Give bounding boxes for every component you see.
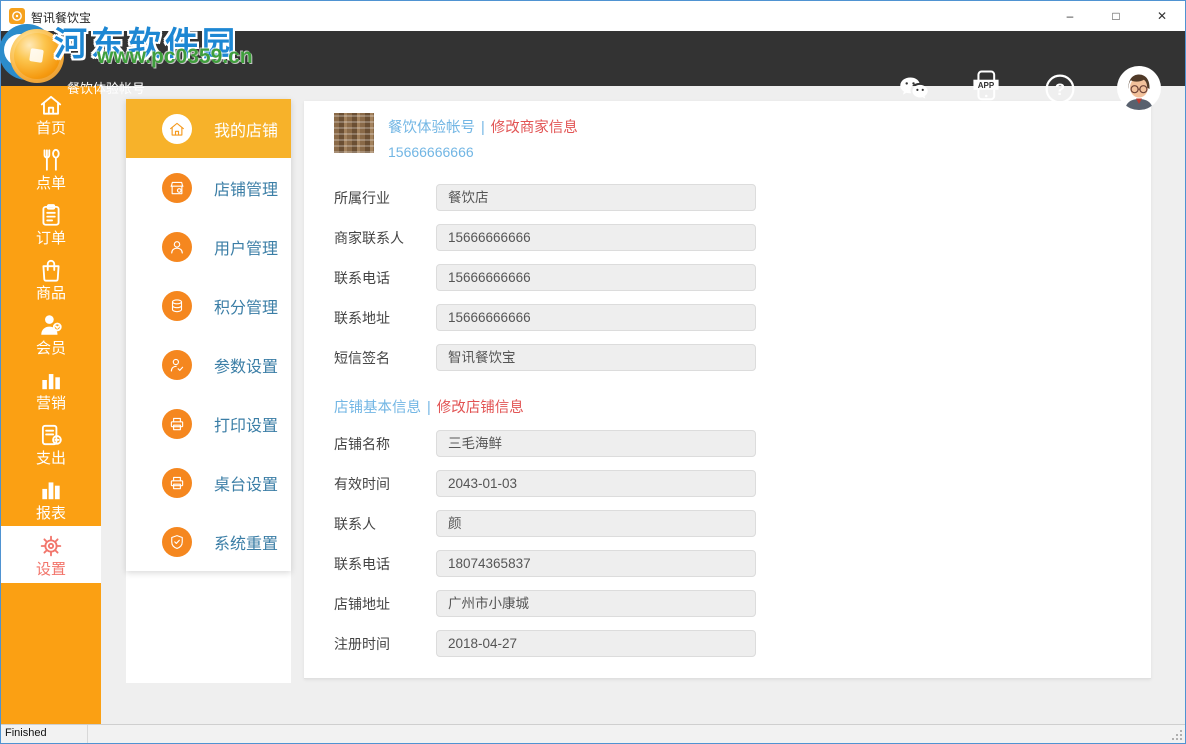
report-icon xyxy=(38,477,64,503)
wechat-icon[interactable] xyxy=(897,72,931,106)
field-row: 联系电话 18074365837 xyxy=(334,550,1151,577)
valid-until-field: 2043-01-03 xyxy=(436,470,756,497)
close-button[interactable]: ✕ xyxy=(1139,1,1185,31)
printer-icon xyxy=(162,409,192,439)
shop-info-panel: 餐饮体验帐号|修改商家信息 15666666666 所属行业 餐饮店 商家联系人… xyxy=(304,101,1151,679)
field-row: 注册时间 2018-04-27 xyxy=(334,630,1151,657)
expense-icon xyxy=(38,422,64,448)
store-icon xyxy=(162,173,192,203)
merchant-account-name: 餐饮体验帐号 xyxy=(388,120,475,136)
status-text: Finished xyxy=(5,727,47,739)
user-icon xyxy=(162,232,192,262)
home-icon xyxy=(162,114,192,144)
shield-check-icon xyxy=(162,527,192,557)
field-row: 店铺地址 广州市小康城 xyxy=(334,590,1151,617)
sms-signature-field: 智讯餐饮宝 xyxy=(436,344,756,371)
merchant-phone: 15666666666 xyxy=(388,144,578,160)
field-row: 有效时间 2043-01-03 xyxy=(334,470,1151,497)
field-row: 短信签名 智讯餐饮宝 xyxy=(334,344,1151,371)
register-date-field: 2018-04-27 xyxy=(436,630,756,657)
field-row: 联系电话 15666666666 xyxy=(334,264,1151,291)
merchant-contact-field: 15666666666 xyxy=(436,224,756,251)
printer-icon xyxy=(162,468,192,498)
shop-address-field: 广州市小康城 xyxy=(436,590,756,617)
points-icon xyxy=(162,291,192,321)
sidebar-item-orders[interactable]: 订单 xyxy=(1,196,101,251)
industry-field: 餐饮店 xyxy=(436,184,756,211)
menu-item-print-settings[interactable]: 打印设置 xyxy=(126,394,291,453)
shopping-bag-icon xyxy=(38,257,64,283)
app-header: 餐饮体验帐号 APP ? xyxy=(1,31,1185,86)
minimize-button[interactable]: – xyxy=(1047,1,1093,31)
menu-item-points-management[interactable]: 积分管理 xyxy=(126,276,291,335)
merchant-address-field: 15666666666 xyxy=(436,304,756,331)
help-icon[interactable]: ? xyxy=(1043,72,1077,106)
menu-item-parameter-settings[interactable]: 参数设置 xyxy=(126,335,291,394)
utensils-icon xyxy=(38,147,64,173)
app-download-icon[interactable]: APP xyxy=(969,69,1003,103)
primary-sidebar: 首页 点单 订单 商品 xyxy=(1,86,101,725)
app-logo xyxy=(10,29,64,83)
clipboard-icon xyxy=(38,202,64,228)
app-window: 智讯餐饮宝 – □ ✕ 餐饮体验帐号 APP ? xyxy=(0,0,1186,744)
svg-text:APP: APP xyxy=(978,81,995,90)
field-row: 联系人 颜 xyxy=(334,510,1151,537)
shop-photo-thumbnail xyxy=(334,113,374,153)
field-row: 商家联系人 15666666666 xyxy=(334,224,1151,251)
status-bar: Finished xyxy=(1,724,1185,743)
shop-name-field: 三毛海鲜 xyxy=(436,430,756,457)
member-icon xyxy=(38,312,64,338)
maximize-button[interactable]: □ xyxy=(1093,1,1139,31)
user-check-icon xyxy=(162,350,192,380)
edit-merchant-info-link[interactable]: 修改商家信息 xyxy=(491,120,578,136)
gear-icon xyxy=(38,533,64,559)
sidebar-item-members[interactable]: 会员 xyxy=(1,306,101,361)
sidebar-item-products[interactable]: 商品 xyxy=(1,251,101,306)
account-name-label: 餐饮体验帐号 xyxy=(67,78,145,97)
status-separator xyxy=(87,725,88,743)
shop-basic-info-title: 店铺基本信息 xyxy=(334,400,421,416)
avatar[interactable] xyxy=(1117,66,1161,110)
sidebar-item-reports[interactable]: 报表 xyxy=(1,471,101,526)
menu-item-system-reset[interactable]: 系统重置 xyxy=(126,512,291,571)
sidebar-item-marketing[interactable]: 营销 xyxy=(1,361,101,416)
sidebar-item-settings[interactable]: 设置 xyxy=(1,526,101,583)
title-bar: 智讯餐饮宝 – □ ✕ xyxy=(1,1,1185,31)
menu-item-table-settings[interactable]: 桌台设置 xyxy=(126,453,291,512)
home-icon xyxy=(38,92,64,118)
merchant-phone-field: 15666666666 xyxy=(436,264,756,291)
field-row: 所属行业 餐饮店 xyxy=(334,184,1151,211)
settings-menu-panel: 我的店铺 店铺管理 用户管理 xyxy=(126,99,291,683)
sidebar-item-expenses[interactable]: 支出 xyxy=(1,416,101,471)
sidebar-item-order[interactable]: 点单 xyxy=(1,141,101,196)
resize-grip-icon[interactable] xyxy=(1171,729,1183,741)
field-row: 联系地址 15666666666 xyxy=(334,304,1151,331)
bar-chart-icon xyxy=(38,367,64,393)
field-row: 店铺名称 三毛海鲜 xyxy=(334,430,1151,457)
menu-item-my-shop[interactable]: 我的店铺 xyxy=(126,99,291,158)
contact-phone-field: 18074365837 xyxy=(436,550,756,577)
contact-person-field: 颜 xyxy=(436,510,756,537)
edit-shop-info-link[interactable]: 修改店铺信息 xyxy=(437,400,524,416)
menu-item-shop-management[interactable]: 店铺管理 xyxy=(126,158,291,217)
svg-text:?: ? xyxy=(1055,80,1065,99)
menu-item-user-management[interactable]: 用户管理 xyxy=(126,217,291,276)
app-titlebar-icon xyxy=(9,8,25,24)
